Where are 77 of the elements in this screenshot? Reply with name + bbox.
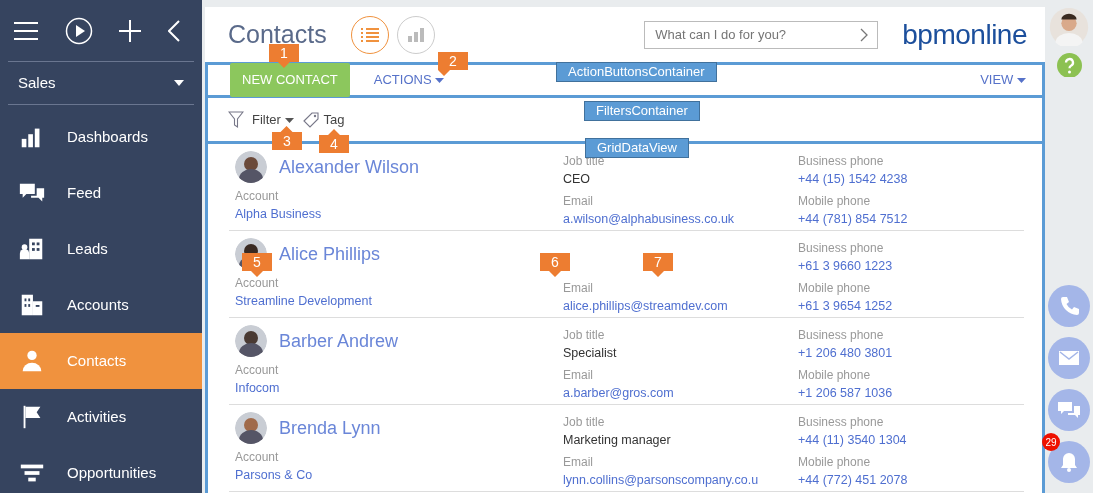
step-callout: 3 <box>272 126 302 150</box>
step-callout: 1 <box>269 44 299 68</box>
list-icon <box>360 27 379 42</box>
field-value: Marketing manager <box>563 432 672 449</box>
section-dropdown[interactable]: Sales <box>18 71 56 95</box>
menu-icon[interactable] <box>14 21 38 40</box>
sidebar-item[interactable]: Leads <box>0 221 202 277</box>
field-label: Mobile phone <box>798 454 872 471</box>
field-link[interactable]: alice.phillips@streamdev.com <box>563 297 798 316</box>
bar-chart-icon <box>407 27 424 42</box>
caret-icon[interactable] <box>174 80 184 86</box>
chevron-right-icon[interactable] <box>860 27 869 42</box>
sidebar-item[interactable]: Feed <box>0 165 202 221</box>
step-callout: 4 <box>319 129 349 153</box>
caret-icon[interactable] <box>284 117 294 123</box>
field-label: Business phone <box>798 327 885 344</box>
field-label: Email <box>563 367 594 384</box>
field-label: Account <box>235 449 280 466</box>
annotation-label: ActionButtonsContainer <box>556 62 717 82</box>
step-callout: 6 <box>540 253 570 277</box>
field-link[interactable]: +1 206 587 1036 <box>798 384 998 403</box>
sidebar-item[interactable]: Activities <box>0 389 202 445</box>
contact-name[interactable]: Alexander Wilson <box>279 153 420 181</box>
field-link[interactable]: +44 (15) 1542 4238 <box>798 170 998 189</box>
field-label: Business phone <box>798 240 885 257</box>
step-callout: 2 <box>438 52 468 76</box>
caret-icon[interactable] <box>435 78 445 84</box>
field-label: Mobile phone <box>798 193 872 210</box>
list-view-button[interactable] <box>350 15 389 54</box>
field-link[interactable]: +61 3 9654 1252 <box>798 297 998 316</box>
page-title: Contacts <box>228 22 327 47</box>
notification-count: 29 <box>1042 433 1060 451</box>
contact-name[interactable]: Barber Andrew <box>279 327 399 355</box>
tag-icon[interactable] <box>301 110 320 129</box>
filter-icon[interactable] <box>228 110 244 129</box>
sidebar-item[interactable]: Accounts <box>0 277 202 333</box>
field-label: Business phone <box>798 153 885 170</box>
field-label: Account <box>235 362 280 379</box>
search-field[interactable]: What can I do for you? <box>644 20 879 49</box>
step-callout: 7 <box>643 253 673 277</box>
caret-icon[interactable] <box>1017 78 1026 84</box>
tag-button[interactable]: Tag <box>323 109 345 130</box>
plus-icon[interactable] <box>119 19 142 42</box>
field-label: Job title <box>563 414 606 431</box>
contact-name[interactable]: Alice Phillips <box>279 240 381 268</box>
field-link[interactable]: +44 (772) 451 2078 <box>798 471 998 490</box>
field-link[interactable]: lynn.collins@parsonscompany.co.u <box>563 471 798 490</box>
contact-name[interactable]: Brenda Lynn <box>279 414 381 442</box>
field-link[interactable]: Parsons & Co <box>235 466 563 485</box>
field-value: CEO <box>563 171 592 188</box>
field-link[interactable]: Infocom <box>235 379 563 398</box>
field-link[interactable]: +44 (781) 854 7512 <box>798 210 998 229</box>
field-label: Mobile phone <box>798 367 872 384</box>
annotation-label: FiltersContainer <box>584 101 700 121</box>
field-label: Business phone <box>798 414 885 431</box>
field-label: Account <box>235 188 280 205</box>
annotation-label: GridDataView <box>585 138 689 158</box>
field-value: Specialist <box>563 345 618 362</box>
sidebar-item[interactable]: Opportunities <box>0 445 202 493</box>
field-link[interactable]: +1 206 480 3801 <box>798 344 998 363</box>
field-label: Email <box>563 193 594 210</box>
logo: bpmonline <box>902 17 1027 52</box>
field-link[interactable]: Alpha Business <box>235 205 563 224</box>
sidebar-item[interactable]: Dashboards <box>0 109 202 165</box>
view-dropdown[interactable]: VIEW <box>980 70 1026 90</box>
field-label: Account <box>235 275 280 292</box>
field-label: Email <box>563 454 594 471</box>
collapse-icon[interactable] <box>167 19 180 42</box>
field-link[interactable]: +61 3 9660 1223 <box>798 257 998 276</box>
field-link[interactable]: a.wilson@alphabusiness.co.uk <box>563 210 798 229</box>
field-link[interactable]: Streamline Development <box>235 292 563 311</box>
field-link[interactable]: +44 (11) 3540 1304 <box>798 431 998 450</box>
field-label: Job title <box>563 327 606 344</box>
field-link[interactable]: a.barber@gros.com <box>563 384 798 403</box>
field-label: Mobile phone <box>798 280 872 297</box>
play-icon[interactable] <box>64 16 93 45</box>
field-label: Email <box>563 280 594 297</box>
